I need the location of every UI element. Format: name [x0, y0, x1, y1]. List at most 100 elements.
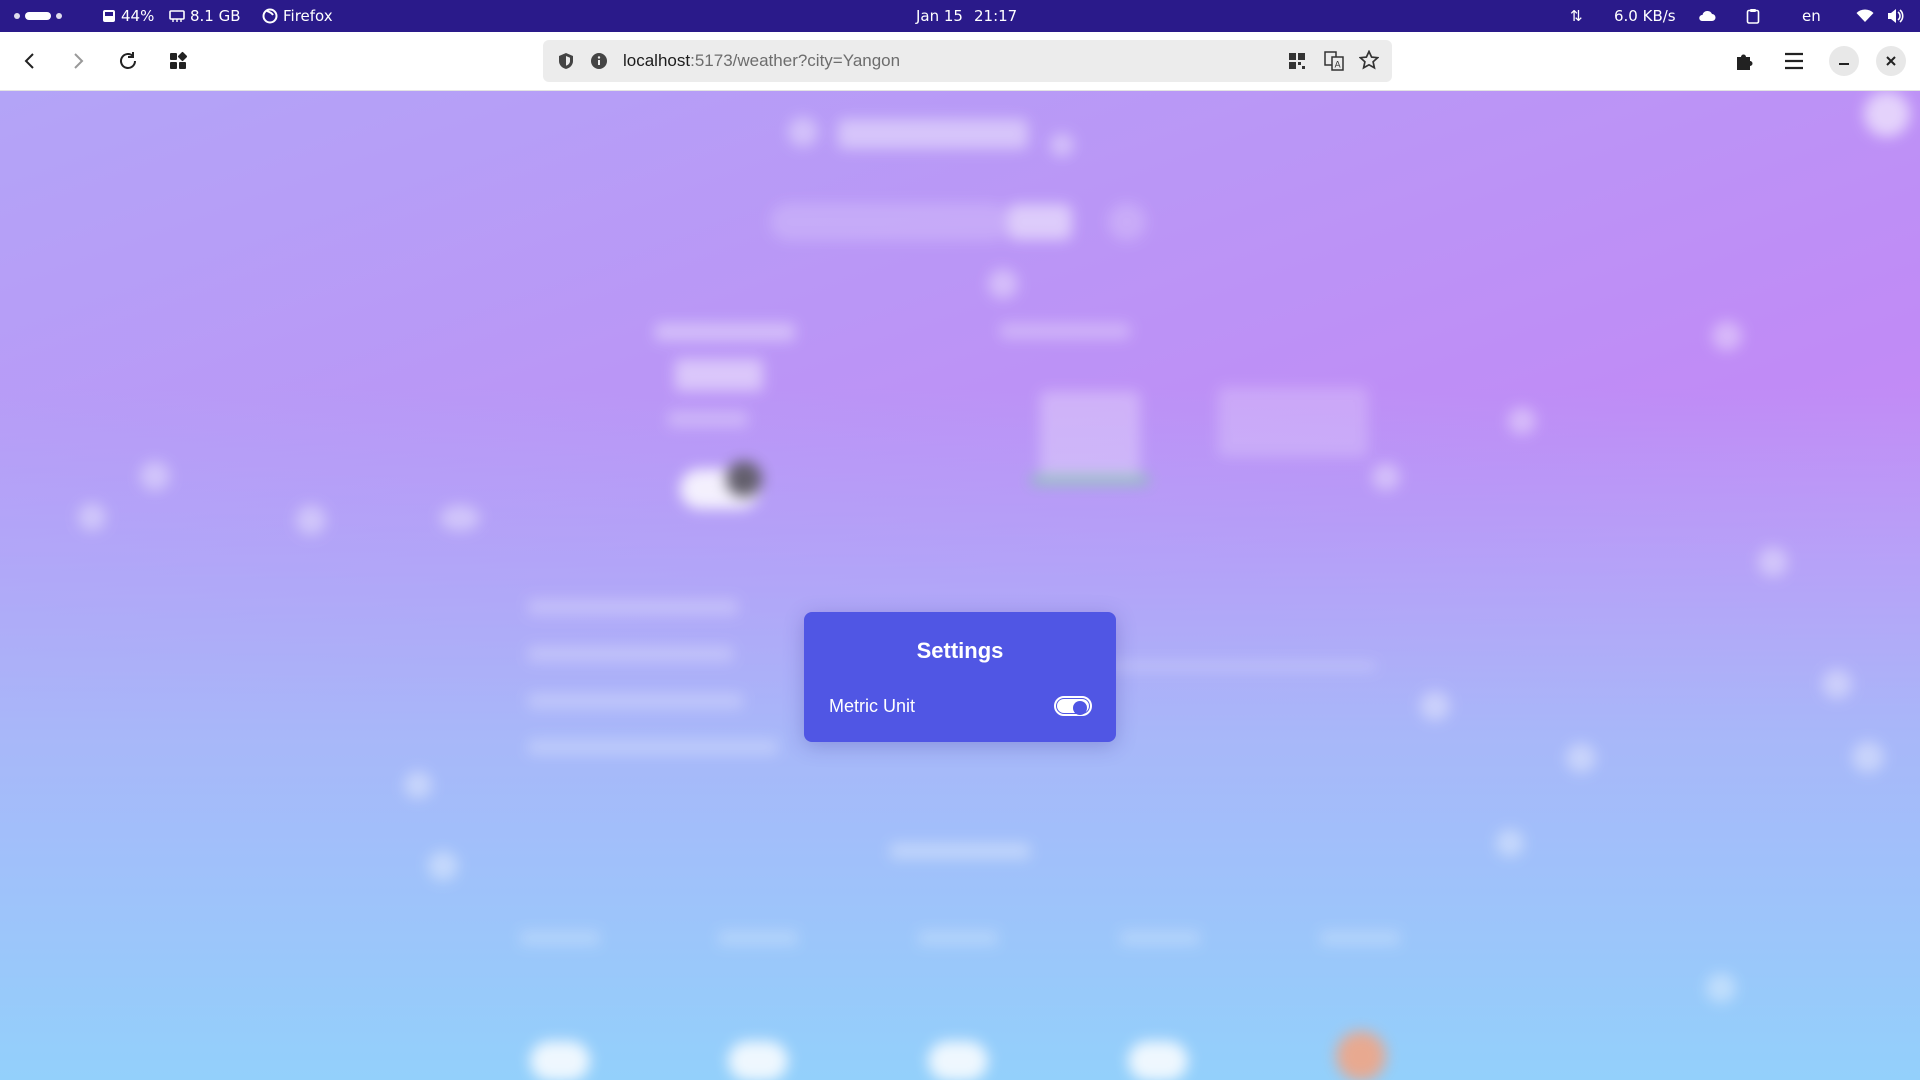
blurred-forecast-title [890, 843, 1030, 859]
clipboard-icon[interactable] [1746, 0, 1760, 32]
snowflake [1864, 91, 1910, 137]
translate-icon[interactable]: A [1324, 51, 1344, 75]
qr-code-icon[interactable] [1288, 52, 1306, 74]
blurred-app-title [838, 119, 1028, 149]
blurred-forecast-day [918, 931, 998, 945]
blurred-forecast-day [1120, 931, 1200, 945]
toggle-knob [1073, 701, 1087, 715]
blurred-detail-row [528, 693, 743, 709]
snowflake [1508, 407, 1536, 435]
workspace-active [25, 12, 51, 20]
blurred-forecast-cloud [728, 1041, 788, 1080]
metric-unit-toggle[interactable] [1054, 696, 1092, 716]
snowflake [296, 505, 326, 535]
blurred-forecast-day [718, 931, 798, 945]
blurred-forecast-cloud [1128, 1041, 1188, 1080]
bookmark-star-icon[interactable] [1358, 49, 1380, 74]
close-window-button[interactable] [1876, 46, 1906, 76]
minimize-button[interactable] [1829, 46, 1859, 76]
language-indicator[interactable]: en [1802, 0, 1821, 32]
snowflake [1852, 741, 1884, 773]
blurred-city-name [655, 323, 795, 341]
svg-text:A: A [1335, 61, 1342, 71]
battery-indicator[interactable]: 44% [102, 0, 154, 32]
blurred-logo [788, 117, 818, 147]
blurred-wind-title [1000, 323, 1130, 339]
snowflake [1566, 743, 1596, 773]
blurred-temperature [675, 359, 763, 391]
network-speed-value: 6.0 KB/s [1614, 7, 1676, 25]
blurred-forecast-cloud [928, 1041, 988, 1080]
blurred-detail-row [528, 599, 738, 615]
workspace-dot [56, 13, 62, 19]
volume-icon[interactable] [1886, 0, 1904, 32]
battery-percent: 44% [121, 7, 155, 25]
snowflake [1712, 321, 1742, 351]
wifi-icon[interactable] [1856, 0, 1874, 32]
time: 21:17 [973, 7, 1018, 25]
blurred-search-input [770, 203, 1010, 241]
snowflake [140, 461, 170, 491]
workspace-dot [14, 13, 20, 19]
weather-page: Settings Metric Unit [0, 91, 1920, 1080]
blurred-forecast-sun [1336, 1031, 1386, 1080]
snowflake [988, 269, 1018, 299]
blurred-grass [1030, 475, 1150, 485]
blurred-forecast-day [1320, 931, 1400, 945]
network-speed: 6.0 KB/s [1614, 0, 1676, 32]
blurred-detail-row [528, 739, 778, 755]
snowflake [1496, 829, 1524, 857]
url-host: localhost [623, 51, 691, 70]
snowflake [440, 505, 480, 531]
settings-title: Settings [916, 638, 1004, 663]
reload-icon [120, 52, 136, 69]
apps-grid-icon [170, 51, 188, 69]
snowflake [1706, 973, 1736, 1003]
language-code: en [1802, 7, 1821, 25]
snowflake [1420, 691, 1450, 721]
snowflake [78, 503, 106, 531]
menu-button[interactable] [1774, 41, 1814, 81]
blurred-location-button [1108, 203, 1146, 241]
network-transfer-icon: ⇅ [1570, 7, 1583, 25]
blurred-settings-icon [1050, 133, 1074, 157]
memory-indicator[interactable]: 8.1 GB [169, 0, 241, 32]
blurred-wind-turbine [1040, 391, 1140, 481]
active-app[interactable]: Firefox [262, 0, 333, 32]
shield-icon[interactable] [557, 52, 575, 74]
metric-unit-label: Metric Unit [829, 696, 916, 716]
snowflake [1372, 463, 1400, 491]
clock[interactable]: Jan 15 21:17 [916, 0, 1017, 32]
url-path: :5173/weather?city=Yangon [690, 51, 901, 70]
url-text[interactable]: localhost:5173/weather?city=Yangon [623, 40, 900, 82]
minimize-icon [1839, 63, 1849, 65]
extensions-button[interactable] [1724, 41, 1764, 81]
app-name: Firefox [283, 7, 333, 25]
memory-value: 8.1 GB [190, 7, 241, 25]
settings-modal: Settings Metric Unit [804, 612, 1116, 742]
snowflake [1822, 669, 1852, 699]
blurred-forecast-day [520, 931, 600, 945]
cloud-icon[interactable] [1698, 0, 1716, 32]
firefox-icon [262, 8, 278, 24]
memory-icon [169, 10, 185, 22]
reload-button[interactable] [108, 41, 148, 81]
forward-button[interactable] [58, 41, 98, 81]
workspace-indicator[interactable] [14, 0, 62, 32]
disk-icon [103, 10, 115, 22]
url-bar[interactable]: localhost:5173/weather?city=Yangon A [543, 40, 1392, 82]
browser-toolbar: localhost:5173/weather?city=Yangon A [0, 32, 1920, 91]
info-icon[interactable] [590, 52, 608, 74]
blurred-background-content [0, 91, 1920, 1080]
back-button[interactable] [10, 41, 50, 81]
snowflake [428, 851, 458, 881]
puzzle-icon [1737, 54, 1753, 70]
close-icon [1886, 56, 1896, 66]
arrow-left-icon [24, 53, 34, 69]
extensions-grid-button[interactable] [158, 41, 198, 81]
arrow-right-icon [74, 53, 84, 69]
blurred-forecast-cloud [530, 1041, 590, 1080]
snowflake [404, 771, 432, 799]
hamburger-menu-icon [1785, 52, 1803, 70]
blurred-condition [668, 411, 748, 427]
